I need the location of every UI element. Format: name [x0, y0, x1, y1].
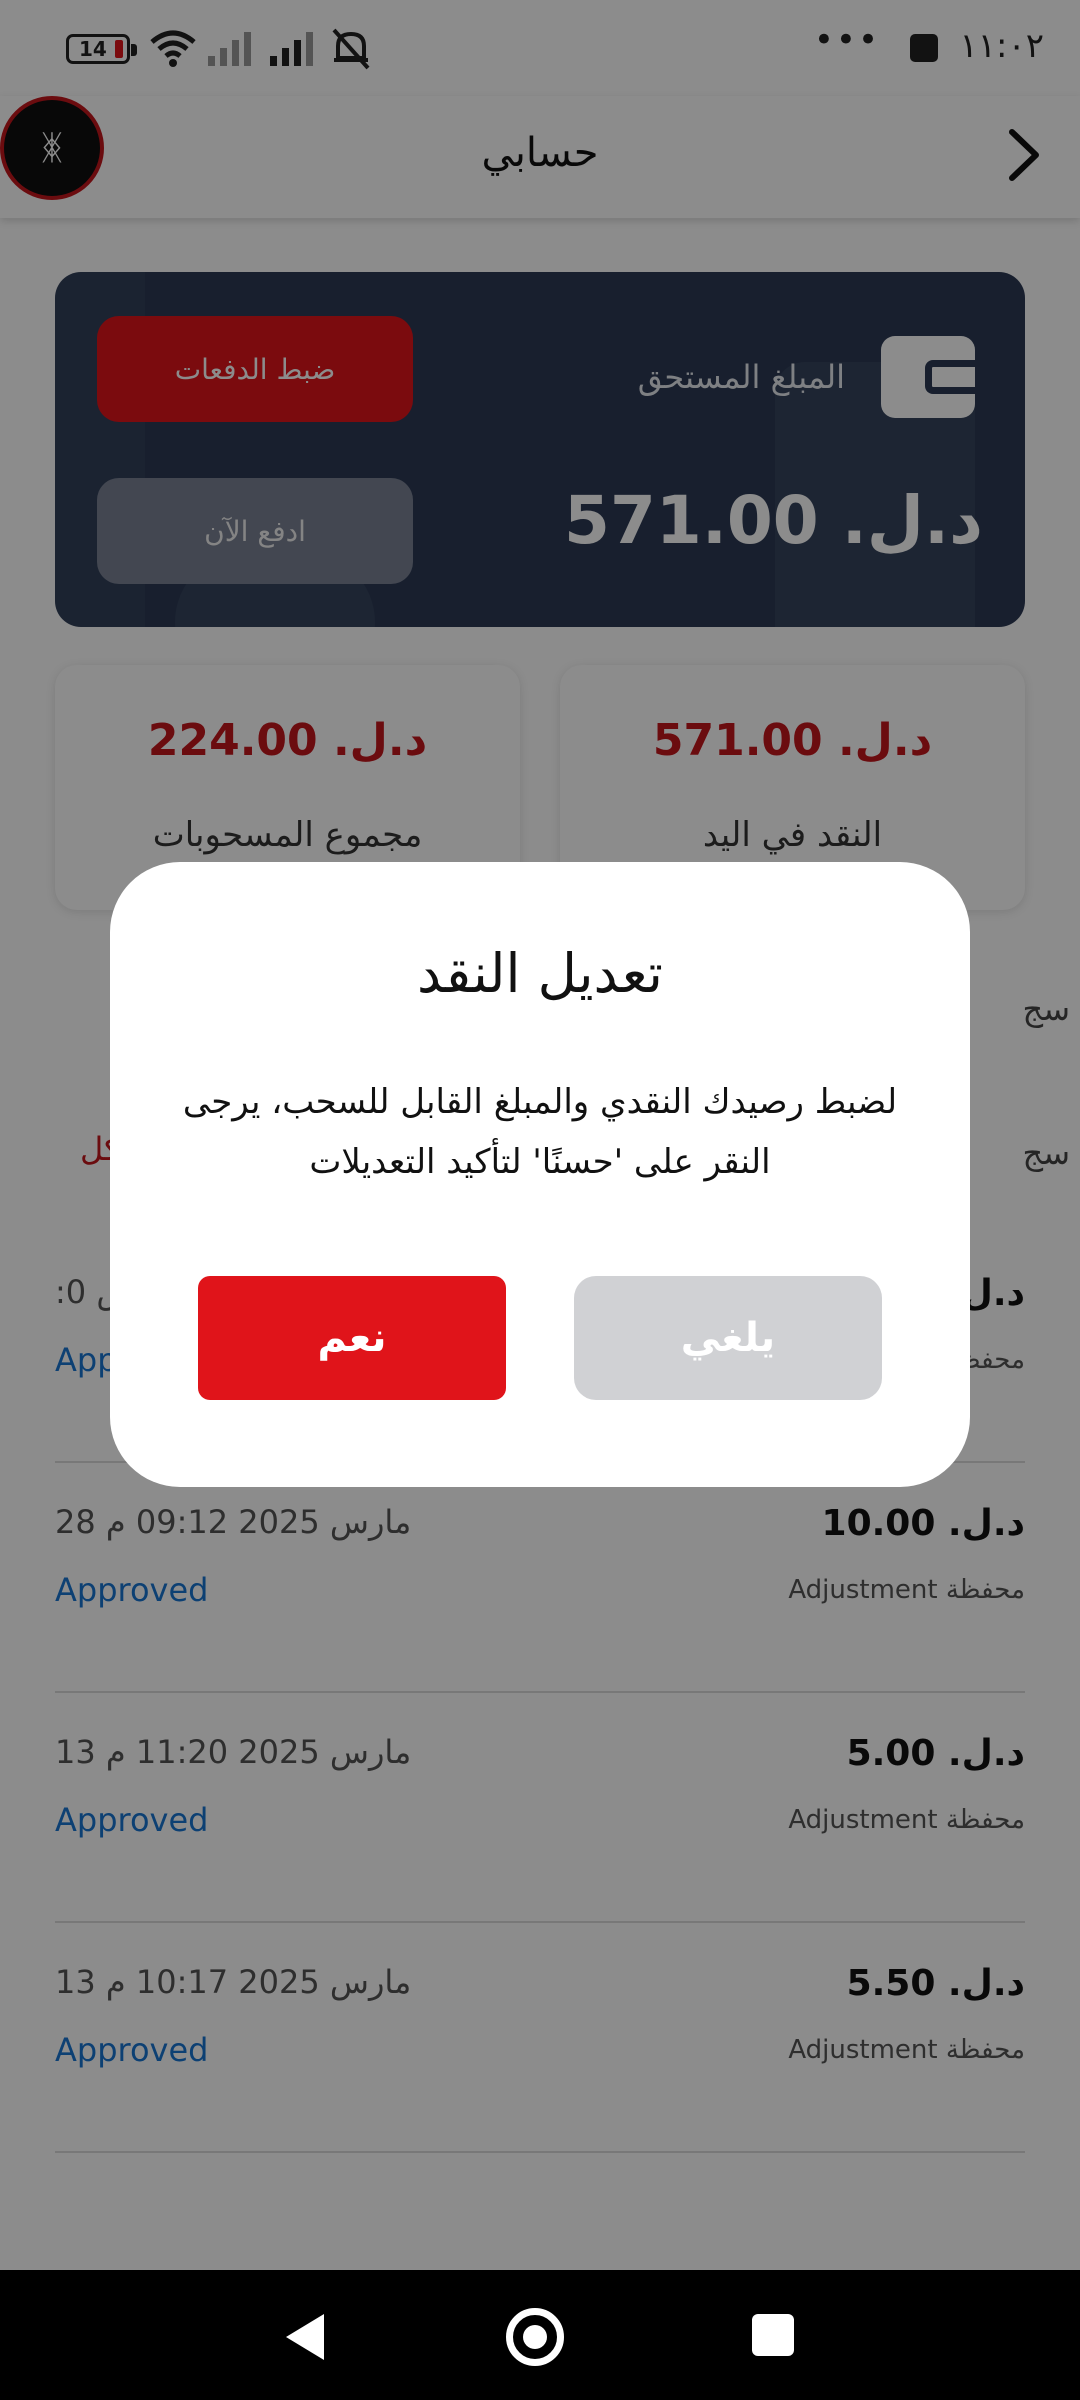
dialog-message: لضبط رصيدك النقدي والمبلغ القابل للسحب، …	[182, 1082, 898, 1182]
confirm-button[interactable]: نعم	[198, 1276, 506, 1400]
cancel-button[interactable]: يلغي	[574, 1276, 882, 1400]
nav-home-icon[interactable]	[506, 2308, 564, 2366]
nav-recents-icon[interactable]	[752, 2314, 794, 2356]
adjust-cash-dialog: تعديل النقد لضبط رصيدك النقدي والمبلغ ال…	[110, 862, 970, 1487]
dialog-title: تعديل النقد	[417, 942, 663, 1005]
nav-back-icon[interactable]	[280, 2310, 330, 2364]
system-nav-bar	[0, 2270, 1080, 2400]
